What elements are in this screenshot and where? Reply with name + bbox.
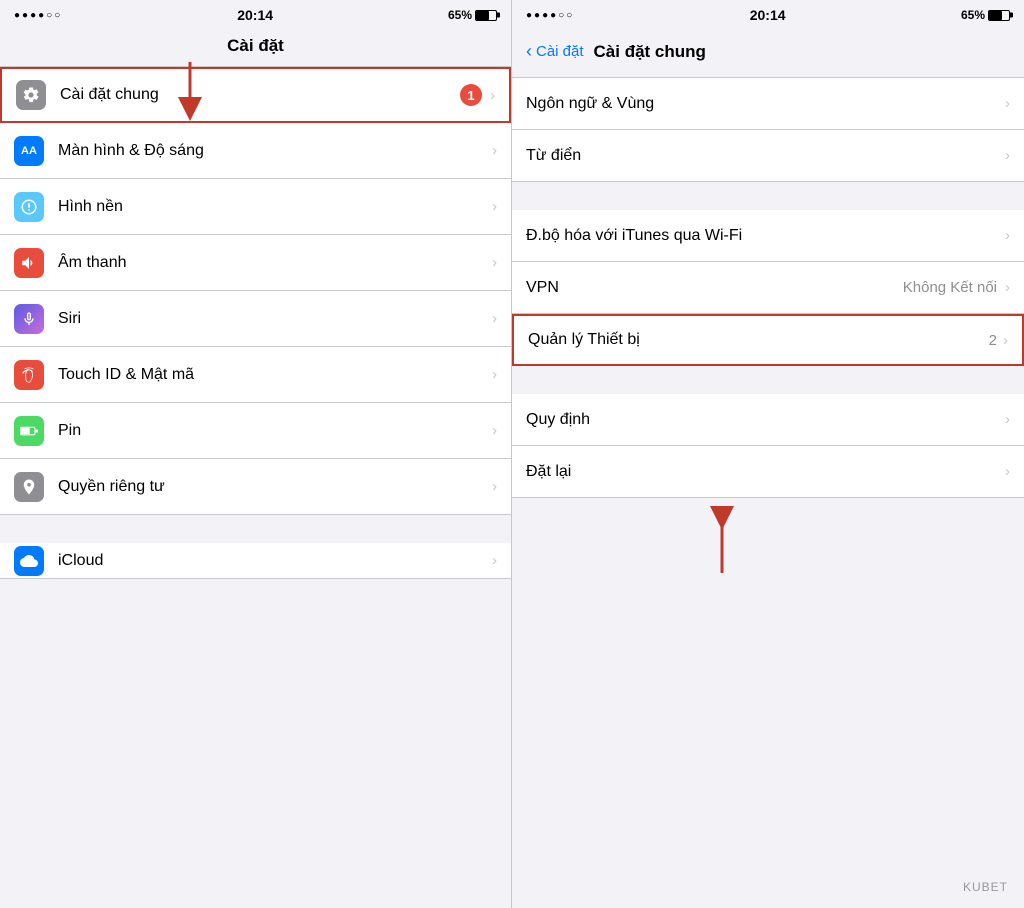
right-item-ngon-ngu[interactable]: Ngôn ngữ & Vùng › bbox=[512, 78, 1024, 130]
right-item-dbohoa[interactable]: Đ.bộ hóa với iTunes qua Wi-Fi › bbox=[512, 210, 1024, 262]
right-item-quan-ly-thiet-bi[interactable]: Quản lý Thiết bị 2 › bbox=[512, 314, 1024, 366]
privacy-icon bbox=[14, 472, 44, 502]
right-item-vpn[interactable]: VPN Không Kết nối › bbox=[512, 262, 1024, 314]
ngon-ngu-label: Ngôn ngữ & Vùng bbox=[526, 95, 1005, 113]
right-nav-title: Cài đặt chung bbox=[594, 42, 706, 62]
sidebar-item-quyen-rieng-tu[interactable]: Quyền riêng tư › bbox=[0, 459, 511, 515]
brightness-icon: AA bbox=[14, 136, 44, 166]
sidebar-item-cai-dat-chung[interactable]: Cài đặt chung 1 › bbox=[0, 67, 511, 123]
signal-dots: ●●●●○○ bbox=[14, 10, 62, 21]
right-time: 20:14 bbox=[750, 7, 786, 23]
battery-pct: 65% bbox=[448, 8, 472, 22]
icloud-icon bbox=[14, 546, 44, 576]
chevron-right-icon: › bbox=[492, 422, 497, 439]
left-battery: 65% bbox=[448, 8, 497, 22]
right-item-quy-dinh[interactable]: Quy định › bbox=[512, 394, 1024, 446]
chevron-right-icon: › bbox=[490, 87, 495, 104]
am-thanh-label: Âm thanh bbox=[58, 254, 492, 272]
chevron-right-icon: › bbox=[1005, 279, 1010, 296]
sidebar-item-man-hinh[interactable]: AA Màn hình & Độ sáng › bbox=[0, 123, 511, 179]
left-settings-list: Cài đặt chung 1 › AA Màn hình & Độ sáng … bbox=[0, 67, 511, 908]
chevron-right-icon: › bbox=[492, 366, 497, 383]
left-nav-bar: Cài đặt bbox=[0, 28, 511, 67]
right-arrow-area bbox=[512, 498, 1024, 578]
right-panel: ●●●●○○ 20:14 65% ‹ Cài đặt Cài đặt chung… bbox=[512, 0, 1024, 908]
quan-ly-badge: 2 bbox=[989, 332, 997, 349]
battery-fill bbox=[989, 11, 1002, 20]
chevron-right-icon: › bbox=[492, 142, 497, 159]
touch-id-label: Touch ID & Mật mã bbox=[58, 366, 492, 384]
chevron-right-icon: › bbox=[492, 310, 497, 327]
chevron-right-icon: › bbox=[492, 254, 497, 271]
cai-dat-chung-badge: 1 bbox=[460, 84, 482, 106]
cai-dat-chung-label: Cài đặt chung bbox=[60, 86, 460, 104]
chevron-right-icon: › bbox=[1005, 147, 1010, 164]
sidebar-item-pin[interactable]: Pin › bbox=[0, 403, 511, 459]
back-button[interactable]: ‹ Cài đặt bbox=[526, 42, 584, 62]
right-nav-bar: ‹ Cài đặt Cài đặt chung bbox=[512, 28, 1024, 78]
pin-label: Pin bbox=[58, 422, 492, 440]
chevron-right-icon: › bbox=[1005, 95, 1010, 112]
hinh-nen-label: Hình nền bbox=[58, 198, 492, 216]
chevron-right-icon: › bbox=[1005, 463, 1010, 480]
sidebar-item-hinh-nen[interactable]: Hình nền › bbox=[0, 179, 511, 235]
wallpaper-icon bbox=[14, 192, 44, 222]
siri-icon bbox=[14, 304, 44, 334]
left-nav-title: Cài đặt bbox=[227, 36, 284, 55]
right-item-tu-dien[interactable]: Từ điển › bbox=[512, 130, 1024, 182]
battery-fill bbox=[476, 11, 489, 20]
dat-lai-label: Đặt lại bbox=[526, 463, 1005, 481]
sidebar-item-icloud[interactable]: iCloud › bbox=[0, 543, 511, 579]
right-red-arrow bbox=[662, 498, 782, 578]
chevron-right-icon: › bbox=[492, 552, 497, 569]
battery-icon bbox=[988, 10, 1010, 21]
fingerprint-icon bbox=[14, 360, 44, 390]
battery-settings-icon bbox=[14, 416, 44, 446]
right-section-divider bbox=[512, 182, 1024, 210]
vpn-label: VPN bbox=[526, 279, 903, 297]
siri-label: Siri bbox=[58, 310, 492, 328]
tu-dien-label: Từ điển bbox=[526, 147, 1005, 165]
chevron-right-icon: › bbox=[1005, 411, 1010, 428]
chevron-right-icon: › bbox=[1005, 227, 1010, 244]
right-battery: 65% bbox=[961, 8, 1010, 22]
dbohoa-label: Đ.bộ hóa với iTunes qua Wi-Fi bbox=[526, 227, 1005, 245]
quan-ly-label: Quản lý Thiết bị bbox=[528, 331, 989, 349]
back-chevron-icon: ‹ bbox=[526, 41, 532, 62]
gear-icon bbox=[16, 80, 46, 110]
back-label: Cài đặt bbox=[536, 43, 584, 60]
man-hinh-label: Màn hình & Độ sáng bbox=[58, 142, 492, 160]
kubet-label: KUBET bbox=[963, 880, 1008, 894]
right-item-dat-lai[interactable]: Đặt lại › bbox=[512, 446, 1024, 498]
right-status-bar: ●●●●○○ 20:14 65% bbox=[512, 0, 1024, 28]
sound-icon bbox=[14, 248, 44, 278]
signal-dots: ●●●●○○ bbox=[526, 10, 574, 21]
left-panel: ●●●●○○ 20:14 65% Cài đặt bbox=[0, 0, 512, 908]
chevron-right-icon: › bbox=[492, 478, 497, 495]
battery-icon bbox=[475, 10, 497, 21]
right-settings-list: Ngôn ngữ & Vùng › Từ điển › Đ.bộ hóa với… bbox=[512, 78, 1024, 908]
quyen-rieng-tu-label: Quyền riêng tư bbox=[58, 478, 492, 496]
right-section-divider-2 bbox=[512, 366, 1024, 394]
icloud-label: iCloud bbox=[58, 552, 492, 570]
left-status-bar: ●●●●○○ 20:14 65% bbox=[0, 0, 511, 28]
section-divider bbox=[0, 515, 511, 543]
quy-dinh-label: Quy định bbox=[526, 411, 1005, 429]
chevron-right-icon: › bbox=[1003, 332, 1008, 349]
sidebar-item-am-thanh[interactable]: Âm thanh › bbox=[0, 235, 511, 291]
vpn-value: Không Kết nối bbox=[903, 279, 997, 296]
battery-pct: 65% bbox=[961, 8, 985, 22]
sidebar-item-touch-id[interactable]: Touch ID & Mật mã › bbox=[0, 347, 511, 403]
chevron-right-icon: › bbox=[492, 198, 497, 215]
sidebar-item-siri[interactable]: Siri › bbox=[0, 291, 511, 347]
left-time: 20:14 bbox=[237, 7, 273, 23]
